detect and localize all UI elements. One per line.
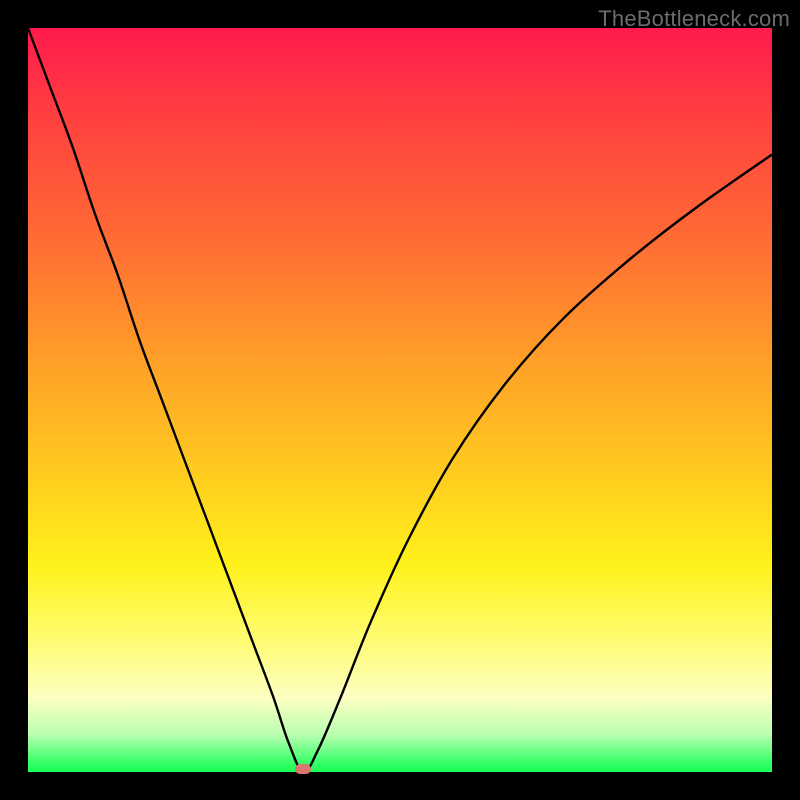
- curve-path: [28, 28, 772, 772]
- plot-area: [28, 28, 772, 772]
- bottleneck-curve: [28, 28, 772, 772]
- outer-frame: TheBottleneck.com: [0, 0, 800, 800]
- minimum-marker: [295, 764, 311, 774]
